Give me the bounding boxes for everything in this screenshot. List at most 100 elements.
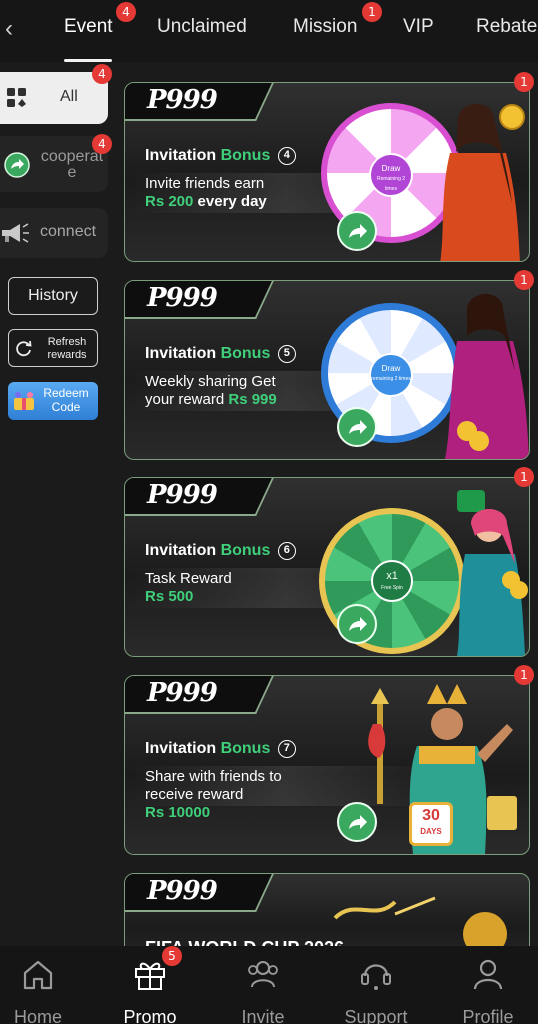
nav-home-label: Home <box>13 1007 62 1024</box>
tab-vip[interactable]: VIP <box>403 16 434 38</box>
promo-description: Share with friends to receive reward Rs … <box>145 768 315 822</box>
share-arrow-icon <box>349 420 367 434</box>
promo-card-3[interactable]: P999 Invitation Bonus 6 Task Reward Rs 5… <box>124 477 530 657</box>
p999-logo: P999 <box>147 85 218 115</box>
nav-support[interactable]: Support <box>326 956 426 1024</box>
tab-mission-badge: 1 <box>362 2 382 22</box>
promo-desc-line2: receive reward <box>145 786 244 803</box>
p999-logo: P999 <box>147 876 218 906</box>
sidebar-item-connect[interactable]: connect <box>0 208 108 258</box>
refresh-label-line1: Refresh <box>47 336 87 348</box>
promo-number: 4 <box>277 147 296 165</box>
wheel-hub: Draw remaining 2 times <box>369 353 413 397</box>
wheel-draw-label: Draw <box>381 164 401 173</box>
confetti-decoration <box>333 896 436 920</box>
redeem-code-button[interactable]: Redeem Code <box>8 382 98 420</box>
tab-unclaimed[interactable]: Unclaimed <box>157 16 247 38</box>
promo-title: Invitation Bonus 4 <box>145 147 296 165</box>
wheel-free-spin-count: x1 <box>386 570 398 582</box>
nav-promo-badge: 5 <box>162 946 182 966</box>
promo-card-2[interactable]: P999 Invitation Bonus 5 Weekly sharing G… <box>124 280 530 460</box>
tab-mission-label: Mission <box>293 16 358 37</box>
wheel-hub: x1 Free Spin <box>371 560 413 602</box>
promo-description: Task Reward Rs 500 <box>145 570 315 606</box>
promo-desc-line1: Share with friends to <box>145 768 282 785</box>
promo-title-green: Bonus <box>220 740 271 757</box>
tab-rebate[interactable]: Rebate <box>476 16 537 38</box>
top-tab-bar: ‹ Event 4 Unclaimed Mission 1 VIP Rebate <box>0 0 538 62</box>
promo-amount: Rs 10000 <box>145 804 211 821</box>
tab-event[interactable]: Event <box>64 16 113 38</box>
nav-profile[interactable]: Profile <box>438 956 538 1024</box>
character-illustration <box>443 281 529 459</box>
share-button[interactable] <box>337 407 377 447</box>
sidebar-item-all-label: All <box>60 88 78 105</box>
redeem-label-line2: Code <box>51 400 81 414</box>
bottom-navigation: Home Promo 5 Invite Support Profile <box>0 946 538 1024</box>
promo-title-green: Bonus <box>220 147 271 164</box>
promo-title: Invitation Bonus 6 <box>145 542 296 560</box>
refresh-icon <box>16 340 32 357</box>
nav-profile-label: Profile <box>462 1007 514 1024</box>
history-button-label: History <box>28 287 78 304</box>
gift-code-icon <box>14 392 34 410</box>
grid-icon <box>7 88 26 107</box>
nav-promo[interactable]: Promo <box>100 956 200 1024</box>
wheel-remaining-label: remaining 2 times <box>371 376 411 382</box>
tab-rebate-label: Rebate <box>476 16 538 37</box>
share-arrow-icon <box>349 815 367 829</box>
promo-desc-line2: your reward <box>145 391 225 408</box>
promo-amount: Rs 200 <box>145 193 194 210</box>
promo-4-badge: 1 <box>514 665 534 685</box>
promo-card-1[interactable]: P999 Invitation Bonus 4 Invite friends e… <box>124 82 530 262</box>
p999-logo: P999 <box>147 678 218 708</box>
refresh-rewards-button[interactable]: Refresh rewards <box>8 329 98 367</box>
history-button[interactable]: History <box>8 277 98 315</box>
share-arrow-icon <box>349 224 367 238</box>
share-button[interactable] <box>337 604 377 644</box>
tab-event-badge: 4 <box>116 2 136 22</box>
promo-description: Weekly sharing Get your reward Rs 999 <box>145 373 315 409</box>
wheel-remaining-label: Remaining 2 times <box>376 176 406 192</box>
tab-event-label: Event <box>64 16 113 37</box>
wheel-free-spin-label: Free Spin <box>381 585 403 591</box>
character-illustration <box>451 484 529 656</box>
character-illustration <box>430 93 526 261</box>
tab-mission[interactable]: Mission <box>293 16 357 38</box>
p999-logo: P999 <box>147 480 218 510</box>
promo-title-white: Invitation <box>145 345 217 362</box>
nav-promo-label: Promo <box>123 1007 177 1024</box>
calendar-days-number: 30 <box>422 807 440 824</box>
promo-desc-line1: Task Reward <box>145 570 232 587</box>
sidebar-all-badge: 4 <box>92 64 112 84</box>
nav-home[interactable]: Home <box>0 956 88 1024</box>
promo-2-badge: 1 <box>514 270 534 290</box>
promo-card-4[interactable]: P999 Invitation Bonus 7 Share with frien… <box>124 675 530 855</box>
promo-title-white: Invitation <box>145 740 217 757</box>
redeem-label-line1: Redeem <box>43 386 89 400</box>
promo-number: 5 <box>277 345 296 363</box>
share-button[interactable] <box>337 211 377 251</box>
sidebar-item-all[interactable]: All <box>0 72 108 124</box>
sidebar-item-cooperate-label: cooperate <box>40 148 104 181</box>
back-icon[interactable]: ‹ <box>0 14 18 44</box>
promo-title-white: Invitation <box>145 147 217 164</box>
share-icon <box>4 152 30 178</box>
sidebar-item-connect-label: connect <box>40 223 97 240</box>
calendar-30-days-icon: 30 DAYS <box>409 802 453 846</box>
promo-1-badge: 1 <box>514 72 534 92</box>
nav-invite-label: Invite <box>241 1007 285 1024</box>
promo-3-badge: 1 <box>514 467 534 487</box>
share-arrow-icon <box>349 617 367 631</box>
wheel-draw-label: Draw <box>381 364 401 373</box>
sidebar-cooperate-badge: 4 <box>92 134 112 154</box>
nav-invite[interactable]: Invite <box>213 956 313 1024</box>
promo-description: Invite friends earn Rs 200 every day <box>145 175 315 211</box>
headset-icon <box>361 964 391 990</box>
promo-title: Invitation Bonus 7 <box>145 740 296 758</box>
tab-vip-label: VIP <box>403 16 434 37</box>
share-button[interactable] <box>337 802 377 842</box>
wheel-hub: Draw Remaining 2 times <box>369 153 413 197</box>
megaphone-icon <box>2 223 29 243</box>
p999-logo: P999 <box>147 283 218 313</box>
